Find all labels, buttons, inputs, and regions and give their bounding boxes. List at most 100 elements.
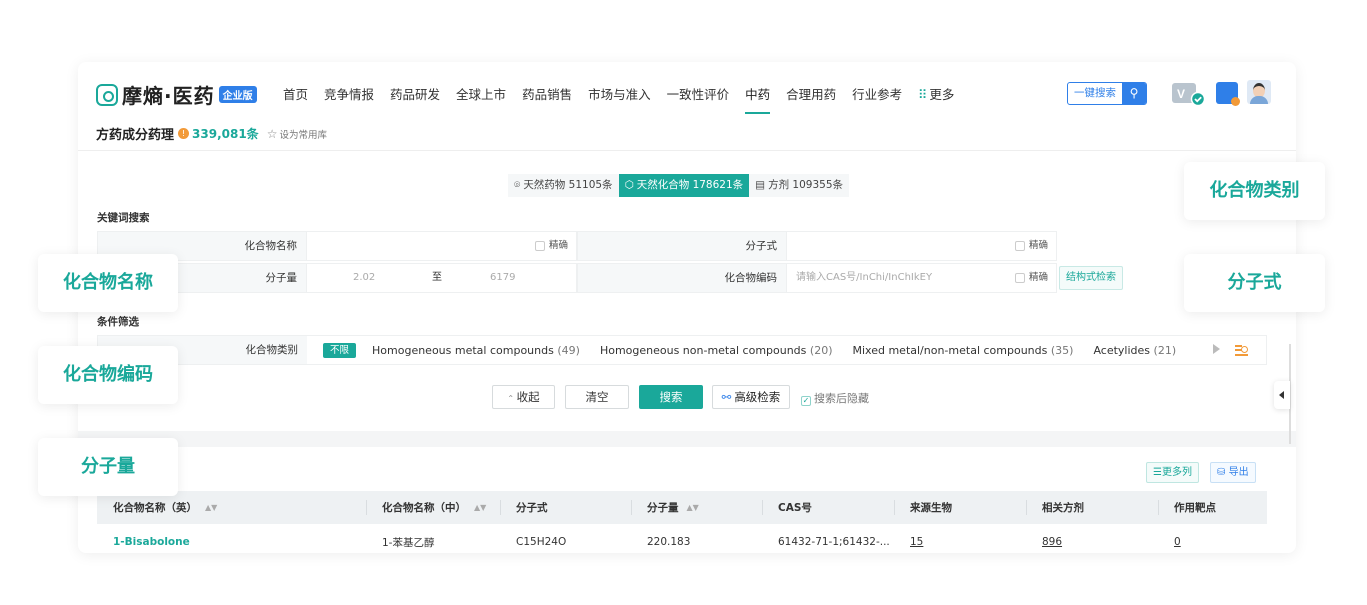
collapse-button[interactable]: ⌃ 收起 <box>492 385 555 409</box>
nav-item-rational-use[interactable]: 合理用药 <box>786 84 836 114</box>
mw-max-input[interactable]: 6179 <box>490 264 515 292</box>
advanced-search-button[interactable]: ⚯ 高级检索 <box>712 385 790 409</box>
precise-checkbox[interactable] <box>535 241 545 251</box>
tab-natural-drugs[interactable]: ⌾ 天然药物 51105条 <box>508 174 619 197</box>
export-button[interactable]: ⛁ 导出 <box>1210 462 1256 483</box>
nav-item-rnd[interactable]: 药品研发 <box>390 84 440 114</box>
sort-icon[interactable]: ▲▼ <box>474 503 486 512</box>
search-button[interactable]: 搜索 <box>639 385 703 409</box>
nav-item-home[interactable]: 首页 <box>283 84 308 114</box>
col-name-cn[interactable]: 化合物名称（中） ▲▼ <box>366 491 500 524</box>
precise-checkbox[interactable] <box>1015 273 1025 283</box>
option-count: (35) <box>1050 343 1074 357</box>
nav-item-consistency[interactable]: 一致性评价 <box>667 84 730 114</box>
precise-label: 精确 <box>1029 272 1049 283</box>
more-columns-button[interactable]: ☰更多列 <box>1146 462 1199 483</box>
nav-item-tcm[interactable]: 中药 <box>745 84 771 114</box>
top-navigation: 摩熵·医药 企业版 首页 竞争情报 药品研发 全球上市 药品销售 市场与准入 一… <box>78 62 1296 118</box>
float-tag-code: 化合物编码 <box>38 346 178 404</box>
col-mw[interactable]: 分子量 ▲▼ <box>631 491 762 524</box>
col-label: 化合物名称（英） <box>113 502 197 514</box>
cell-targets: 0 <box>1158 524 1267 553</box>
option-homogeneous-metal[interactable]: Homogeneous metal compounds (49) <box>372 344 580 357</box>
mw-to-label: 至 <box>432 272 442 283</box>
database-icon: ⛁ <box>1217 467 1226 478</box>
record-count: 339,081条 <box>192 127 259 141</box>
code-input[interactable]: 请输入CAS号/InChi/InChIkEY 精确 <box>787 263 1057 293</box>
mw-min-input[interactable]: 2.02 <box>353 264 375 292</box>
formula-input[interactable]: 精确 <box>787 231 1057 261</box>
keyword-section-title: 关键词搜索 <box>97 212 150 224</box>
favorite-link[interactable]: ☆ 设为常用库 <box>267 127 327 141</box>
option-homogeneous-nonmetal[interactable]: Homogeneous non-metal compounds (20) <box>600 344 833 357</box>
results-table: 化合物名称（英） ▲▼ 化合物名称（中） ▲▼ 分子式 分子量 ▲▼ CAS号 来源生… <box>97 491 1267 553</box>
nav-item-market[interactable]: 市场与准入 <box>588 84 651 114</box>
col-label: 化合物名称（中） <box>382 502 466 514</box>
sort-icon[interactable]: ▲▼ <box>205 503 217 512</box>
logo-text: 摩熵·医药 <box>122 84 215 108</box>
cell-cas: 61432-71-1;61432-... <box>778 536 890 548</box>
col-prescriptions: 相关方剂 <box>1026 491 1158 524</box>
option-count: (49) <box>557 343 580 357</box>
float-tag-compound-name: 化合物名称 <box>38 254 178 312</box>
star-icon: ☆ <box>266 126 278 141</box>
search-icon[interactable]: ⚲ <box>1122 83 1146 104</box>
compound-link[interactable]: 1-Bisabolone <box>113 536 190 548</box>
form-row-2: 分子量 2.02 至 6179 化合物编码 请输入CAS号/InChi/InCh… <box>97 263 1123 293</box>
source-count-link[interactable]: 15 <box>910 536 923 548</box>
logo[interactable]: 摩熵·医药 企业版 <box>96 80 257 109</box>
option-count: (21) <box>1153 343 1177 357</box>
col-label: 分子量 <box>647 502 679 514</box>
option-unlimited[interactable]: 不限 <box>323 342 357 358</box>
filter-section-title: 条件筛选 <box>97 316 139 328</box>
vip-icon[interactable]: V <box>1171 80 1205 106</box>
quick-search-label[interactable]: 一键搜索 <box>1068 83 1122 104</box>
page-subheader: 方药成分药理 ! 339,081条 ☆ 设为常用库 <box>96 124 327 144</box>
col-label: 相关方剂 <box>1042 502 1084 514</box>
nav-item-more[interactable]: ⠿ 更多 <box>918 84 954 114</box>
option-name: Acetylides <box>1093 343 1151 357</box>
favorite-label: 设为常用库 <box>279 129 327 141</box>
more-columns-label: 更多列 <box>1161 467 1192 478</box>
avatar[interactable] <box>1247 80 1271 104</box>
nav-item-competition[interactable]: 竞争情报 <box>324 84 374 114</box>
option-mixed[interactable]: Mixed metal/non-metal compounds (35) <box>853 344 1074 357</box>
tab-prescriptions[interactable]: ▤ 方剂 109355条 <box>749 174 849 197</box>
hide-after-search-toggle[interactable]: ✓ 搜索后隐藏 <box>801 390 869 406</box>
float-tag-mw: 分子量 <box>38 438 178 496</box>
nav-item-global[interactable]: 全球上市 <box>456 84 506 114</box>
col-cas: CAS号 <box>762 491 894 524</box>
table-header: 化合物名称（英） ▲▼ 化合物名称（中） ▲▼ 分子式 分子量 ▲▼ CAS号 来源生… <box>97 491 1267 524</box>
hexagon-icon: ⬡ <box>624 179 634 191</box>
precise-checkbox[interactable] <box>1015 241 1025 251</box>
precise-label: 精确 <box>549 240 569 251</box>
sort-icon[interactable]: ▲▼ <box>687 503 699 512</box>
float-tag-category: 化合物类别 <box>1184 162 1325 220</box>
clear-button[interactable]: 清空 <box>565 385 629 409</box>
quick-search-box[interactable]: 一键搜索 ⚲ <box>1067 82 1147 105</box>
advanced-search-icon: ⚯ <box>721 390 732 404</box>
filter-settings-icon[interactable] <box>1235 343 1248 356</box>
section-separator <box>78 431 1296 447</box>
tab-natural-compounds[interactable]: ⬡ 天然化合物 178621条 <box>618 174 750 197</box>
option-acetylides[interactable]: Acetylides (21) <box>1093 344 1176 357</box>
list-icon: ☰ <box>1153 467 1162 478</box>
nav-item-sales[interactable]: 药品销售 <box>522 84 572 114</box>
targets-count-link[interactable]: 0 <box>1174 536 1181 548</box>
play-icon[interactable] <box>1213 344 1220 354</box>
structure-search-button[interactable]: 结构式检索 <box>1059 266 1123 290</box>
cell-name-en: 1-Bisabolone <box>97 524 366 553</box>
side-panel-toggle[interactable] <box>1274 381 1290 409</box>
tab-label: 天然药物 51105条 <box>523 179 613 191</box>
collapse-label: 收起 <box>516 390 540 404</box>
compound-name-input[interactable]: 精确 <box>307 231 577 261</box>
cell-mw: 220.183 <box>647 536 691 548</box>
nav-item-industry[interactable]: 行业参考 <box>852 84 902 114</box>
col-label: 作用靶点 <box>1174 502 1216 514</box>
precise-label: 精确 <box>1029 240 1049 251</box>
col-label: 分子式 <box>516 502 548 514</box>
type-tabs: ⌾ 天然药物 51105条 ⬡ 天然化合物 178621条 ▤ 方剂 109355条 <box>508 174 849 197</box>
info-icon[interactable]: ! <box>178 128 190 139</box>
book-icon[interactable] <box>1216 82 1240 106</box>
prescriptions-count-link[interactable]: 896 <box>1042 536 1062 548</box>
